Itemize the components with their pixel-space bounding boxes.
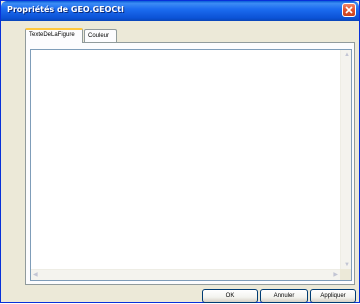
arrow-left-icon[interactable]: ◀ bbox=[33, 272, 38, 278]
tab-textedelafigure[interactable]: TexteDeLaFigure bbox=[25, 28, 83, 43]
arrow-right-icon[interactable]: ▶ bbox=[333, 272, 338, 278]
arrow-up-icon[interactable]: ▲ bbox=[344, 52, 350, 58]
close-icon bbox=[345, 6, 353, 14]
cancel-button[interactable]: Annuler bbox=[260, 289, 308, 303]
ok-button[interactable]: OK bbox=[202, 289, 258, 303]
close-button[interactable] bbox=[342, 3, 356, 17]
tab-couleur[interactable]: Couleur bbox=[84, 29, 117, 42]
scroll-corner bbox=[340, 269, 351, 280]
window-title: Propriétés de GEO.GEOCtl bbox=[7, 5, 124, 14]
title-bar[interactable]: Propriétés de GEO.GEOCtl bbox=[1, 1, 359, 21]
figure-text-area[interactable]: ▲ ▼ ◀ ▶ bbox=[30, 49, 352, 281]
properties-dialog: Propriétés de GEO.GEOCtl TexteDeLaFigure… bbox=[0, 0, 360, 303]
horizontal-scrollbar[interactable]: ◀ ▶ bbox=[31, 269, 340, 280]
arrow-down-icon[interactable]: ▼ bbox=[344, 262, 350, 268]
vertical-scrollbar[interactable]: ▲ ▼ bbox=[340, 50, 351, 270]
tab-panel: ▲ ▼ ◀ ▶ bbox=[25, 42, 355, 285]
dialog-buttons: OK Annuler Appliquer bbox=[1, 289, 360, 304]
apply-button[interactable]: Appliquer bbox=[310, 289, 356, 303]
